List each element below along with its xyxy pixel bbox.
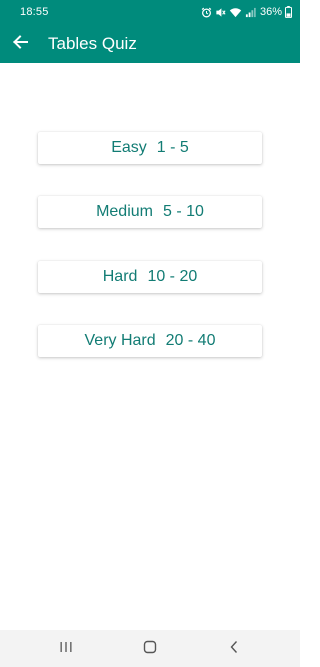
battery-icon xyxy=(285,6,292,18)
system-back-button[interactable] xyxy=(224,639,244,659)
mute-icon xyxy=(215,7,226,18)
hard-button[interactable]: Hard 10 - 20 xyxy=(38,260,262,293)
arrow-back-icon xyxy=(12,34,28,55)
home-icon xyxy=(143,640,157,659)
alarm-icon xyxy=(201,7,212,18)
home-button[interactable] xyxy=(140,639,160,659)
back-icon xyxy=(229,640,239,659)
option-level: Easy xyxy=(111,139,147,156)
option-range: 20 - 40 xyxy=(165,331,216,349)
wifi-icon xyxy=(229,7,242,18)
difficulty-options: Easy 1 - 5 Medium 5 - 10 Hard 10 - 20 Very … xyxy=(38,132,262,389)
page-title: Tables Quiz xyxy=(48,34,137,53)
option-range: 10 - 20 xyxy=(147,267,198,285)
recents-button[interactable] xyxy=(56,639,76,659)
medium-button[interactable]: Medium 5 - 10 xyxy=(38,196,262,229)
signal-icon xyxy=(245,7,256,18)
recents-icon xyxy=(59,640,73,658)
system-nav-bar xyxy=(0,630,300,667)
option-range: 5 - 10 xyxy=(162,203,204,221)
back-button[interactable] xyxy=(10,34,30,54)
battery-percent: 36% xyxy=(259,6,282,18)
status-time: 18:55 xyxy=(20,6,49,18)
very-hard-button[interactable]: Very Hard 20 - 40 xyxy=(38,324,262,357)
option-level: Hard xyxy=(102,267,138,285)
option-range: 1 - 5 xyxy=(156,139,189,156)
status-icons: 36% xyxy=(201,5,292,19)
option-level: Very Hard xyxy=(84,331,156,349)
status-bar: 18:55 36% xyxy=(0,0,300,25)
easy-button[interactable]: Easy 1 - 5 xyxy=(38,132,262,164)
app-bar: Tables Quiz xyxy=(0,25,300,63)
option-level: Medium xyxy=(96,203,153,221)
